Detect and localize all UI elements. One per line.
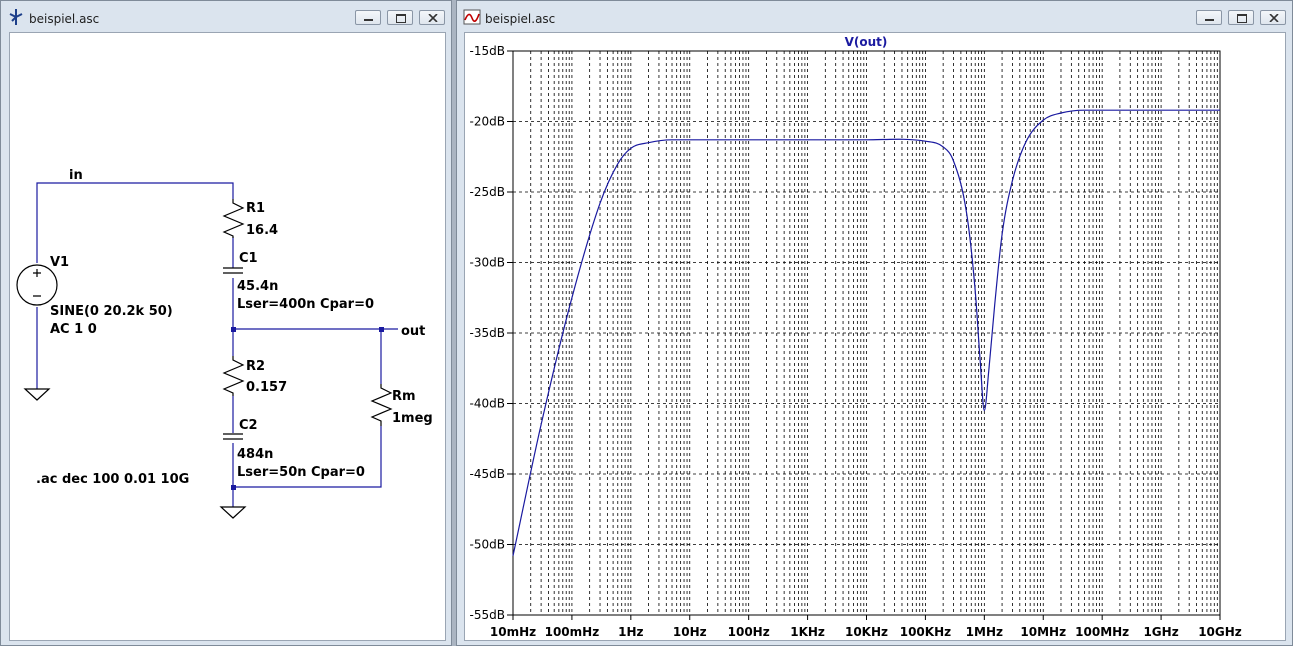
y-tick-label: -35dB <box>470 326 505 340</box>
r2-name: R2 <box>246 359 265 374</box>
resistor-r2-symbol[interactable] <box>222 356 245 396</box>
schematic-window: beispiel.asc in out V1 SINE(0 20.2k 50) … <box>0 0 452 646</box>
x-tick-label: 100mHz <box>545 625 600 639</box>
x-tick-label: 1GHz <box>1143 625 1178 639</box>
y-tick-label: -20dB <box>470 115 505 129</box>
c2-name: C2 <box>239 418 258 433</box>
spice-directive[interactable]: .ac dec 100 0.01 10G <box>36 472 189 487</box>
r1-value: 16.4 <box>246 223 278 238</box>
close-icon <box>1269 14 1279 22</box>
x-tick-label: 10GHz <box>1198 625 1242 639</box>
y-tick-label: -45dB <box>470 467 505 481</box>
close-icon <box>428 14 438 22</box>
resistor-r1-symbol[interactable] <box>222 199 245 238</box>
schematic-canvas[interactable]: in out V1 SINE(0 20.2k 50) AC 1 0 R1 16.… <box>9 32 446 641</box>
trace-label[interactable]: V(out) <box>845 35 888 49</box>
minimize-icon <box>364 19 373 21</box>
waveform-plot[interactable]: V(out) -15dB -20dB -25dB -30dB -35dB -40dB -45… <box>465 33 1287 642</box>
r2-value: 0.157 <box>246 380 287 395</box>
net-label-in: in <box>69 168 83 183</box>
x-tick-label: 100MHz <box>1075 625 1129 639</box>
c2-params: Lser=50n Cpar=0 <box>237 465 365 480</box>
y-tick-label: -30dB <box>470 256 505 270</box>
restore-button[interactable] <box>1228 10 1254 25</box>
schematic-icon <box>9 9 23 25</box>
schematic-window-title: beispiel.asc <box>29 12 100 26</box>
x-tick-label: 1MHz <box>966 625 1003 639</box>
y-tick-label: -40dB <box>470 397 505 411</box>
y-tick-label: -15dB <box>470 44 505 58</box>
minimize-button[interactable] <box>355 10 381 25</box>
c1-name: C1 <box>239 251 258 266</box>
restore-icon <box>1237 14 1247 23</box>
plot-window: beispiel.asc V(out) -15dB -20dB -25dB -30dB… <box>456 0 1293 646</box>
capacitor-c1-symbol[interactable] <box>223 267 243 274</box>
x-tick-label: 1Hz <box>618 625 643 639</box>
minimize-icon <box>1205 19 1214 21</box>
x-tick-label: 10KHz <box>845 625 888 639</box>
ground-v1-icon <box>23 388 51 401</box>
v1-ac: AC 1 0 <box>50 322 97 337</box>
resistor-rm-symbol[interactable] <box>370 384 393 426</box>
v1-value: SINE(0 20.2k 50) <box>50 304 173 319</box>
waveform-icon <box>463 9 481 25</box>
minimize-button[interactable] <box>1196 10 1222 25</box>
ground-c2-icon <box>219 506 247 519</box>
junction-dot <box>231 485 236 490</box>
y-tick-label: -25dB <box>470 185 505 199</box>
c1-value: 45.4n <box>237 279 278 294</box>
x-tick-label: 10Hz <box>673 625 707 639</box>
c1-params: Lser=400n Cpar=0 <box>237 297 374 312</box>
rm-name: Rm <box>392 389 416 404</box>
wire-out <box>233 328 382 384</box>
close-button[interactable] <box>419 10 445 25</box>
plot-titlebar[interactable]: beispiel.asc <box>457 1 1292 33</box>
schematic-titlebar[interactable]: beispiel.asc <box>1 1 451 33</box>
y-tick-label: -55dB <box>470 608 505 622</box>
x-tick-label: 10mHz <box>490 625 536 639</box>
net-label-out: out <box>401 324 425 339</box>
x-tick-label: 10MHz <box>1020 625 1066 639</box>
capacitor-c2-symbol[interactable] <box>223 433 243 440</box>
r1-name: R1 <box>246 201 265 216</box>
c2-value: 484n <box>237 447 273 462</box>
y-tick-label: -50dB <box>470 538 505 552</box>
restore-button[interactable] <box>387 10 413 25</box>
close-button[interactable] <box>1260 10 1286 25</box>
restore-icon <box>396 14 406 23</box>
x-tick-label: 100KHz <box>900 625 951 639</box>
x-tick-label: 1KHz <box>790 625 825 639</box>
wire-in <box>36 182 234 263</box>
plot-window-title: beispiel.asc <box>485 12 556 26</box>
junction-dot <box>231 327 236 332</box>
x-tick-label: 100Hz <box>728 625 770 639</box>
junction-dot <box>379 327 384 332</box>
rm-value: 1meg <box>392 411 433 426</box>
plot-pane[interactable]: V(out) -15dB -20dB -25dB -30dB -35dB -40dB -45… <box>464 32 1286 641</box>
v1-name: V1 <box>50 255 69 270</box>
